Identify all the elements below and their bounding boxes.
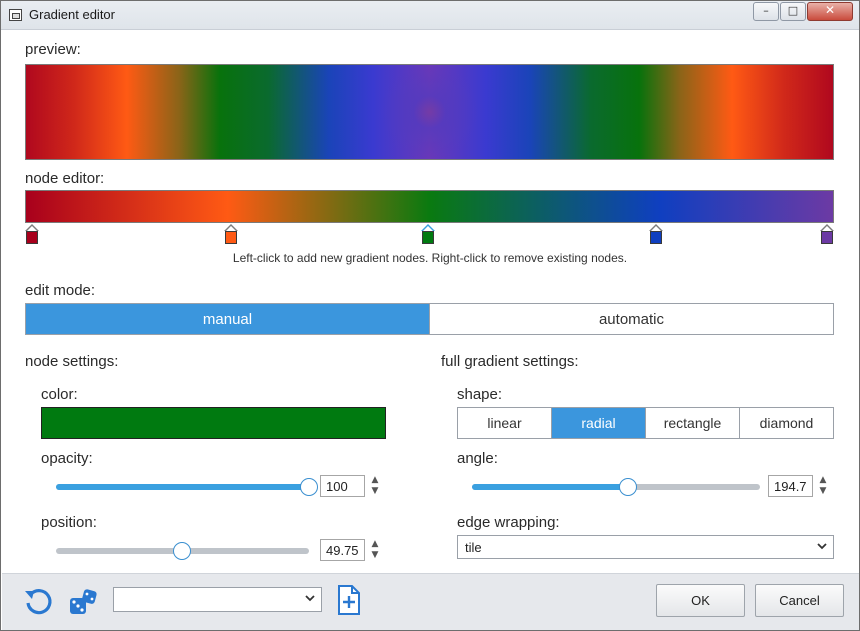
gradient-node[interactable]: [820, 224, 834, 246]
spin-down-icon[interactable]: ▼: [368, 550, 382, 561]
angle-spin-arrows[interactable]: ▲ ▼: [816, 475, 830, 497]
gradient-node[interactable]: [420, 224, 435, 246]
node-color-chip: [821, 231, 833, 244]
close-button[interactable]: ✕: [807, 2, 853, 21]
angle-label: angle:: [457, 450, 498, 467]
window-title: Gradient editor: [29, 7, 115, 22]
spin-down-icon[interactable]: ▼: [368, 486, 382, 497]
slider-thumb[interactable]: [300, 478, 318, 496]
shape-diamond-button[interactable]: diamond: [739, 408, 833, 438]
slider-thumb[interactable]: [172, 542, 191, 560]
slider-fill: [56, 484, 309, 490]
dialog-content: preview: node editor: Left-click to add …: [8, 31, 852, 573]
position-slider[interactable]: [56, 541, 309, 561]
opacity-input[interactable]: [320, 475, 365, 497]
spin-up-icon[interactable]: ▲: [816, 475, 830, 486]
position-spinbox: ▲ ▼: [320, 539, 382, 561]
node-color-chip: [224, 231, 237, 244]
mode-automatic-button[interactable]: automatic: [429, 304, 833, 334]
window-icon: [9, 9, 22, 21]
cancel-button[interactable]: Cancel: [755, 584, 844, 617]
angle-spinbox: ▲ ▼: [768, 475, 830, 497]
minimize-button[interactable]: –: [753, 2, 779, 21]
maximize-button[interactable]: □: [780, 2, 806, 21]
slider-fill: [472, 484, 628, 490]
slider-thumb[interactable]: [618, 478, 637, 496]
preset-select[interactable]: [113, 587, 322, 612]
window-controls: – □ ✕: [752, 2, 853, 22]
node-marker-icon: [223, 224, 238, 231]
color-label: color:: [41, 386, 78, 403]
chevron-down-icon: [817, 543, 827, 550]
node-color-swatch[interactable]: [41, 407, 386, 439]
shape-label: shape:: [457, 386, 503, 403]
shape-linear-button[interactable]: linear: [458, 408, 551, 438]
edge-wrapping-select[interactable]: tile: [457, 535, 834, 559]
full-gradient-settings-label: full gradient settings:: [441, 353, 579, 370]
node-settings-label: node settings:: [25, 353, 119, 370]
opacity-label: opacity:: [41, 450, 93, 467]
node-marker-icon: [649, 224, 664, 231]
node-marker-icon: [420, 224, 435, 231]
edge-wrapping-value: tile: [465, 540, 482, 555]
node-editor-hint: Left-click to add new gradient nodes. Ri…: [232, 251, 628, 265]
opacity-slider[interactable]: [56, 477, 318, 497]
shape-selector: linear radial rectangle diamond: [457, 407, 834, 439]
opacity-spinbox: ▲ ▼: [320, 475, 382, 497]
node-color-chip: [421, 231, 434, 244]
angle-slider[interactable]: [472, 477, 760, 497]
node-color-chip: [650, 231, 663, 244]
spin-down-icon[interactable]: ▼: [816, 486, 830, 497]
chevron-down-icon: [305, 595, 315, 602]
node-color-chip: [26, 231, 38, 244]
footer-bar: OK Cancel: [2, 573, 859, 630]
preview-label: preview:: [25, 41, 81, 58]
gradient-node[interactable]: [223, 224, 238, 246]
maximize-icon: □: [787, 4, 799, 17]
gradient-editor-window: Gradient editor – □ ✕ preview: node edit…: [0, 0, 860, 631]
node-marker-icon: [25, 224, 39, 231]
gradient-node[interactable]: [649, 224, 664, 246]
shape-rectangle-button[interactable]: rectangle: [645, 408, 739, 438]
shape-radial-button[interactable]: radial: [551, 408, 645, 438]
close-icon: ✕: [824, 3, 836, 17]
spin-up-icon[interactable]: ▲: [368, 539, 382, 550]
gradient-node[interactable]: [25, 224, 39, 246]
add-preset-icon[interactable]: [336, 584, 362, 616]
node-editor-bar[interactable]: [25, 190, 834, 223]
randomize-dice-icon[interactable]: [68, 586, 100, 618]
angle-input[interactable]: [768, 475, 813, 497]
mode-manual-button[interactable]: manual: [26, 304, 429, 334]
node-editor-label: node editor:: [25, 170, 105, 187]
position-input[interactable]: [320, 539, 365, 561]
edit-mode-label: edit mode:: [25, 282, 96, 299]
edge-wrapping-label: edge wrapping:: [457, 514, 560, 531]
position-spin-arrows[interactable]: ▲ ▼: [368, 539, 382, 561]
title-bar[interactable]: Gradient editor – □ ✕: [1, 1, 859, 30]
minimize-icon: –: [763, 4, 769, 17]
reset-icon[interactable]: [22, 585, 54, 617]
edit-mode-toggle: manual automatic: [25, 303, 834, 335]
opacity-spin-arrows[interactable]: ▲ ▼: [368, 475, 382, 497]
gradient-preview: [25, 64, 834, 160]
position-label: position:: [41, 514, 97, 531]
node-marker-icon: [820, 224, 834, 231]
ok-button[interactable]: OK: [656, 584, 745, 617]
spin-up-icon[interactable]: ▲: [368, 475, 382, 486]
